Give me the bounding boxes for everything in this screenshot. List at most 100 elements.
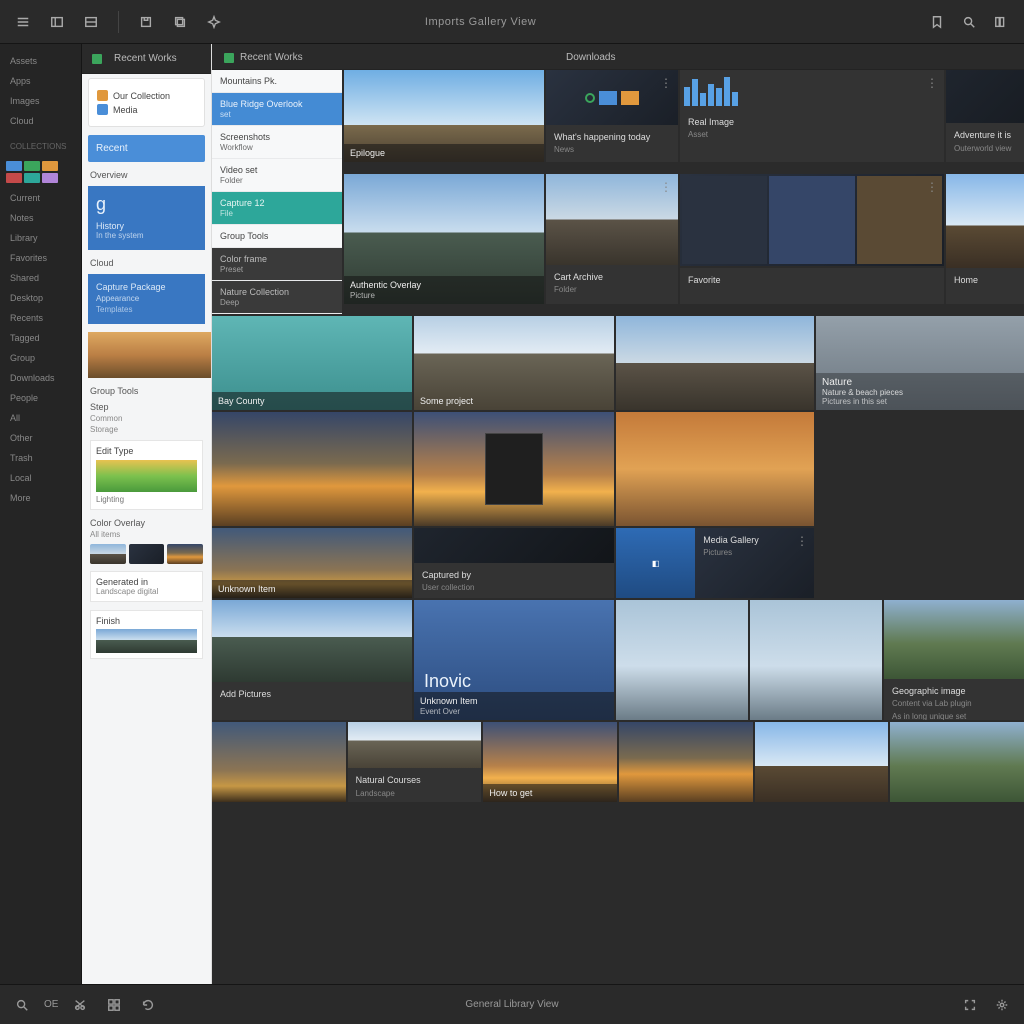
rail-item[interactable]: Recents [4, 309, 77, 327]
gallery-card[interactable]: Natural CoursesLandscape [348, 722, 482, 802]
rail-item[interactable]: Notes [4, 209, 77, 227]
gallery-thumb[interactable]: Authentic OverlayPicture [344, 174, 544, 304]
gallery-thumb[interactable]: Cart ArchiveFolder ⋮ [546, 174, 678, 304]
panel-item[interactable]: Color framePreset [212, 248, 342, 281]
sidebar-thumbnail[interactable] [88, 332, 212, 378]
gallery-thumb[interactable] [212, 412, 412, 526]
rail-item[interactable]: Shared [4, 269, 77, 287]
rail-item[interactable]: People [4, 389, 77, 407]
columns-icon[interactable] [988, 9, 1014, 35]
gallery-thumb[interactable]: Inovic Unknown ItemEvent Over [414, 600, 614, 720]
sidebar-tile-capture[interactable]: Capture Package Appearance Templates [88, 274, 205, 324]
gallery-thumb[interactable] [212, 722, 346, 802]
rail-item[interactable]: More [4, 489, 77, 507]
panel-item[interactable]: Capture 12File [212, 192, 342, 225]
gallery-thumb[interactable]: How to get [483, 722, 617, 802]
gallery-thumb-large[interactable]: Nature Nature & beach pieces Pictures in… [816, 316, 1024, 410]
more-icon[interactable]: ⋮ [926, 76, 938, 90]
panel-item[interactable]: Nature CollectionDeep [212, 281, 342, 314]
panel-item-accent[interactable]: Blue Ridge Overlook set [212, 93, 342, 126]
gallery-thumb[interactable]: Unknown Item [212, 528, 412, 598]
gen-sub: Landscape digital [96, 587, 197, 596]
panel-item[interactable]: Group Tools [212, 225, 342, 248]
gallery-thumb[interactable] [680, 174, 944, 266]
sidebar-generated[interactable]: Generated in Landscape digital [90, 571, 203, 602]
fullscreen-icon[interactable] [958, 993, 982, 1017]
rail-item[interactable]: All [4, 409, 77, 427]
panel-item[interactable]: Mountains Pk. [212, 70, 342, 93]
rail-item[interactable]: Favorites [4, 249, 77, 267]
settings-icon[interactable] [990, 993, 1014, 1017]
gallery-thumb[interactable] [414, 412, 614, 526]
tile-icon [621, 91, 639, 105]
dashboard-thumb[interactable]: What's happening todayNews ⋮ [546, 70, 678, 162]
bookmark-icon[interactable] [924, 9, 950, 35]
rail-item[interactable]: Assets [4, 52, 77, 70]
thumb-caption: Bay County [212, 392, 412, 410]
rail-item[interactable]: Group [4, 349, 77, 367]
minithumb[interactable] [129, 544, 165, 564]
gallery-thumb[interactable]: Home ⋮ [946, 174, 1024, 304]
gallery-card[interactable]: Geographic imageContent via Lab pluginAs… [884, 600, 1024, 720]
sidebar-header: Recent Works [82, 44, 211, 74]
sidebar-tile-g[interactable]: g History In the system [88, 186, 205, 250]
sparkle-icon[interactable] [201, 9, 227, 35]
rail-item[interactable]: Other [4, 429, 77, 447]
panel-item[interactable]: ScreenshotsWorkflow [212, 126, 342, 159]
minithumb[interactable] [167, 544, 203, 564]
panel-item[interactable]: Video setFolder [212, 159, 342, 192]
folder-icon [224, 53, 234, 63]
rail-item[interactable]: Apps [4, 72, 77, 90]
more-icon[interactable]: ⋮ [660, 180, 672, 194]
gallery-thumb[interactable] [616, 316, 814, 410]
rail-item[interactable]: Library [4, 229, 77, 247]
refresh-icon[interactable] [136, 993, 160, 1017]
rail-item[interactable]: Images [4, 92, 77, 110]
nav-rail: Assets Apps Images Cloud Collections Cur… [0, 44, 82, 984]
gallery-thumb[interactable] [616, 412, 814, 526]
layout-icon[interactable] [78, 9, 104, 35]
status-label: OE [44, 999, 58, 1010]
more-icon[interactable]: ⋮ [660, 76, 672, 90]
sidebar: Recent Works Our Collection Media Recent… [82, 44, 212, 984]
app-tile[interactable]: ◧ Media GalleryPictures ⋮ [616, 528, 814, 598]
sidebar-tile-recent[interactable]: Recent [88, 135, 205, 162]
search-icon[interactable] [956, 9, 982, 35]
save-icon[interactable] [133, 9, 159, 35]
gallery-card[interactable]: Add Pictures [212, 600, 412, 720]
zoom-icon[interactable] [10, 993, 34, 1017]
gallery-thumb[interactable]: Epilogue [344, 70, 544, 162]
dashboard-thumb[interactable]: Adventure it isOuterworld view [946, 70, 1024, 162]
gallery-thumb[interactable]: Some project [414, 316, 614, 410]
gallery-thumb[interactable] [890, 722, 1024, 802]
rail-item[interactable]: Local [4, 469, 77, 487]
dashboard-thumb[interactable]: Real ImageAsset ⋮ [680, 70, 944, 162]
gallery-thumb[interactable]: Bay County [212, 316, 412, 410]
rail-item[interactable]: Tagged [4, 329, 77, 347]
grid-icon[interactable] [102, 993, 126, 1017]
gallery-thumb[interactable] [755, 722, 889, 802]
sidebar-card-collection[interactable]: Our Collection Media [88, 78, 205, 127]
rail-item[interactable]: Downloads [4, 369, 77, 387]
gallery-thumb[interactable] [750, 600, 882, 720]
gallery-card[interactable]: Captured byUser collection [414, 528, 614, 598]
palette-caption: Lighting [96, 495, 197, 504]
gallery-thumb[interactable] [619, 722, 753, 802]
gallery-thumb[interactable] [616, 600, 748, 720]
rail-item[interactable]: Trash [4, 449, 77, 467]
sidebar-edit-type[interactable]: Edit Type Lighting [90, 440, 203, 510]
rail-item[interactable]: Current [4, 189, 77, 207]
sidebar-finish[interactable]: Finish [90, 610, 203, 659]
panel-item-sub: set [220, 110, 334, 119]
duplicate-icon[interactable] [167, 9, 193, 35]
menu-icon[interactable] [10, 9, 36, 35]
minithumb[interactable] [90, 544, 126, 564]
sidebar-label: Overview [90, 170, 203, 180]
more-icon[interactable]: ⋮ [926, 180, 938, 194]
rail-item[interactable]: Desktop [4, 289, 77, 307]
more-icon[interactable]: ⋮ [796, 534, 808, 548]
thumb-title: Media Gallery [703, 535, 759, 545]
cut-icon[interactable] [68, 993, 92, 1017]
panel-icon[interactable] [44, 9, 70, 35]
rail-item[interactable]: Cloud [4, 112, 77, 130]
